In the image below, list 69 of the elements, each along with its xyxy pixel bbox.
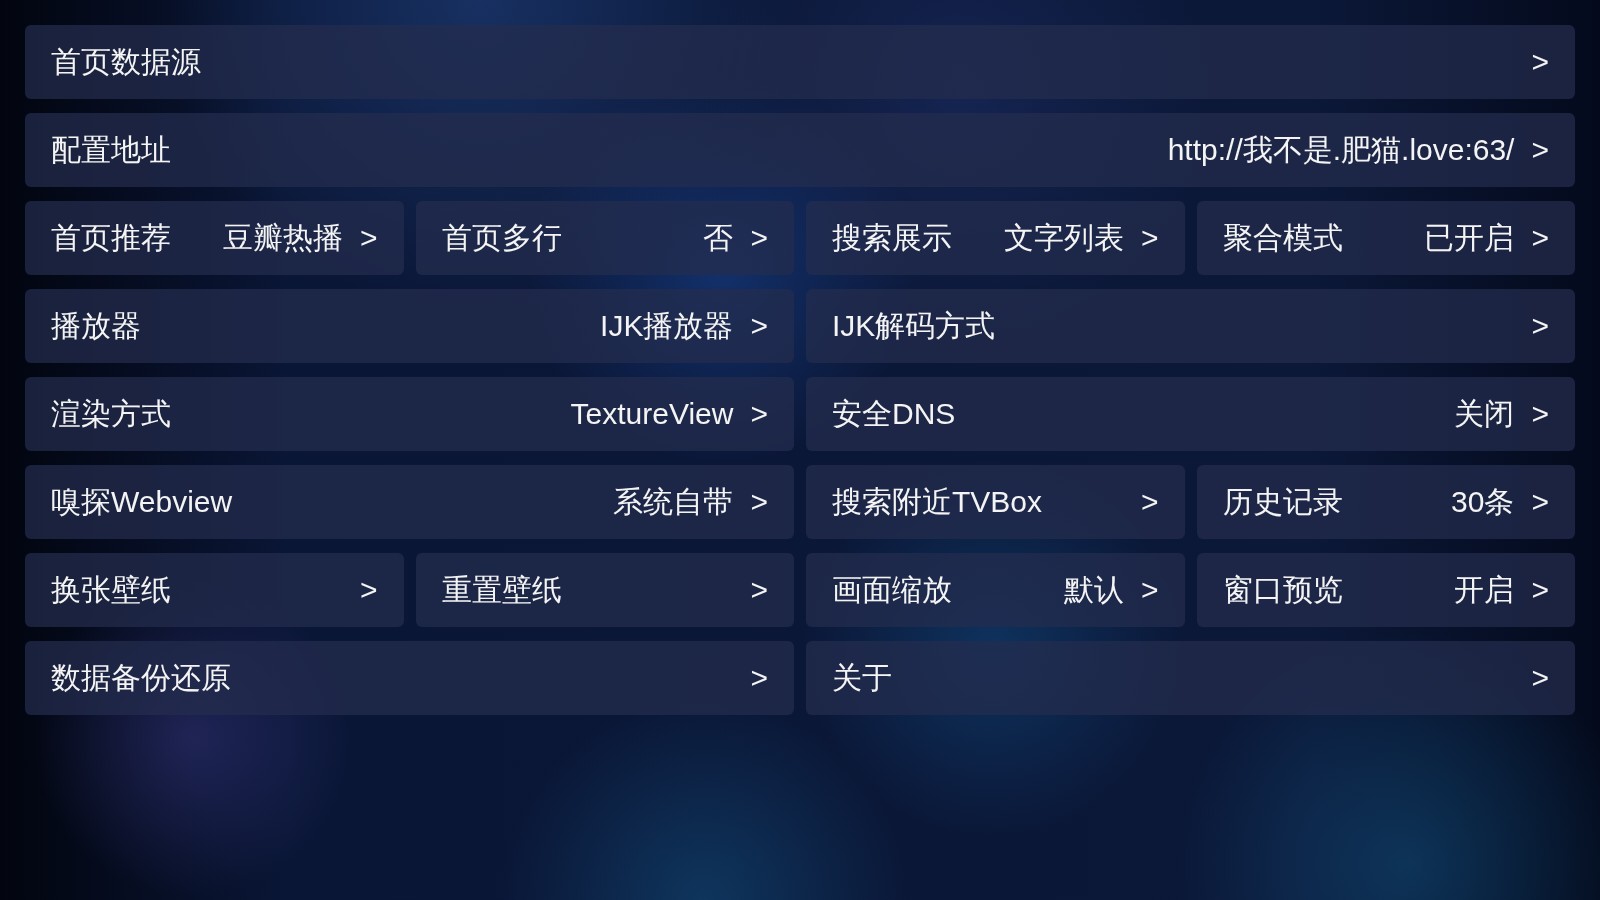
setting-label: 渲染方式 bbox=[51, 396, 171, 432]
setting-value: 否 bbox=[703, 220, 734, 256]
setting-label: 重置壁纸 bbox=[441, 572, 562, 608]
chevron-icon: > bbox=[359, 220, 378, 256]
setting-label: 搜索展示 bbox=[832, 220, 952, 256]
chevron-icon: > bbox=[750, 660, 768, 696]
setting-item[interactable]: 渲染方式 TextureView > bbox=[25, 377, 794, 451]
chevron-icon: > bbox=[1531, 572, 1549, 608]
setting-label: 嗅探Webview bbox=[51, 484, 233, 520]
setting-label: 首页多行 bbox=[441, 220, 562, 256]
setting-label: 配置地址 bbox=[51, 132, 171, 168]
setting-value: 文字列表 bbox=[1003, 220, 1124, 256]
setting-value: 关闭 bbox=[1454, 396, 1515, 432]
chevron-icon: > bbox=[359, 572, 378, 608]
setting-item[interactable]: 历史记录 30条 > bbox=[1196, 465, 1575, 539]
chevron-icon: > bbox=[1531, 220, 1549, 256]
setting-item[interactable]: 首页多行 否 > bbox=[415, 201, 794, 275]
setting-item[interactable]: 重置壁纸 > bbox=[415, 553, 794, 627]
setting-item[interactable]: 聚合模式 已开启 > bbox=[1196, 201, 1575, 275]
setting-label: 窗口预览 bbox=[1222, 572, 1343, 608]
chevron-icon: > bbox=[1140, 572, 1159, 608]
setting-value: 系统自带 bbox=[613, 484, 734, 520]
setting-label: 数据备份还原 bbox=[51, 660, 231, 696]
setting-label: 首页数据源 bbox=[51, 44, 201, 80]
setting-label: 画面缩放 bbox=[832, 572, 952, 608]
chevron-icon: > bbox=[750, 396, 768, 432]
chevron-icon: > bbox=[750, 572, 768, 608]
setting-value: 30条 bbox=[1451, 484, 1515, 520]
setting-item[interactable]: 首页数据源 > bbox=[25, 25, 1575, 99]
setting-label: 换张壁纸 bbox=[51, 572, 171, 608]
setting-item[interactable]: 播放器 IJK播放器 > bbox=[25, 289, 794, 363]
chevron-icon: > bbox=[1531, 132, 1549, 168]
setting-label: 关于 bbox=[832, 660, 892, 696]
setting-item[interactable]: 安全DNS 关闭 > bbox=[806, 377, 1575, 451]
setting-item[interactable]: 关于 > bbox=[806, 641, 1575, 715]
chevron-icon: > bbox=[1531, 44, 1549, 80]
setting-item[interactable]: 嗅探Webview 系统自带 > bbox=[25, 465, 794, 539]
setting-item[interactable]: 换张壁纸 > bbox=[25, 553, 404, 627]
chevron-icon: > bbox=[1531, 396, 1549, 432]
setting-label: 安全DNS bbox=[832, 396, 956, 432]
chevron-icon: > bbox=[1531, 660, 1549, 696]
setting-value: TextureView bbox=[570, 396, 734, 432]
setting-value: 已开启 bbox=[1424, 220, 1515, 256]
setting-label: 聚合模式 bbox=[1222, 220, 1343, 256]
setting-value: 默认 bbox=[1063, 572, 1124, 608]
chevron-icon: > bbox=[1140, 484, 1159, 520]
setting-label: 首页推荐 bbox=[51, 220, 171, 256]
setting-label: 播放器 bbox=[51, 308, 141, 344]
setting-item[interactable]: 首页推荐 豆瓣热播 > bbox=[25, 201, 404, 275]
setting-item[interactable]: 配置地址 http://我不是.肥猫.love:63/ > bbox=[25, 113, 1575, 187]
setting-item[interactable]: 搜索附近TVBox > bbox=[806, 465, 1185, 539]
setting-item[interactable]: IJK解码方式 > bbox=[806, 289, 1575, 363]
setting-value: 开启 bbox=[1454, 572, 1515, 608]
setting-item[interactable]: 数据备份还原 > bbox=[25, 641, 794, 715]
setting-value: 豆瓣热播 bbox=[222, 220, 343, 256]
setting-label: 历史记录 bbox=[1222, 484, 1343, 520]
setting-item[interactable]: 画面缩放 默认 > bbox=[806, 553, 1185, 627]
setting-label: 搜索附近TVBox bbox=[832, 484, 1043, 520]
chevron-icon: > bbox=[1531, 308, 1549, 344]
chevron-icon: > bbox=[750, 308, 768, 344]
chevron-icon: > bbox=[1140, 220, 1159, 256]
setting-item[interactable]: 窗口预览 开启 > bbox=[1196, 553, 1575, 627]
chevron-icon: > bbox=[750, 220, 768, 256]
setting-item[interactable]: 搜索展示 文字列表 > bbox=[806, 201, 1185, 275]
setting-value: http://我不是.肥猫.love:63/ bbox=[1167, 132, 1515, 168]
chevron-icon: > bbox=[1531, 484, 1549, 520]
setting-value: IJK播放器 bbox=[600, 308, 734, 344]
setting-label: IJK解码方式 bbox=[832, 308, 996, 344]
chevron-icon: > bbox=[750, 484, 768, 520]
